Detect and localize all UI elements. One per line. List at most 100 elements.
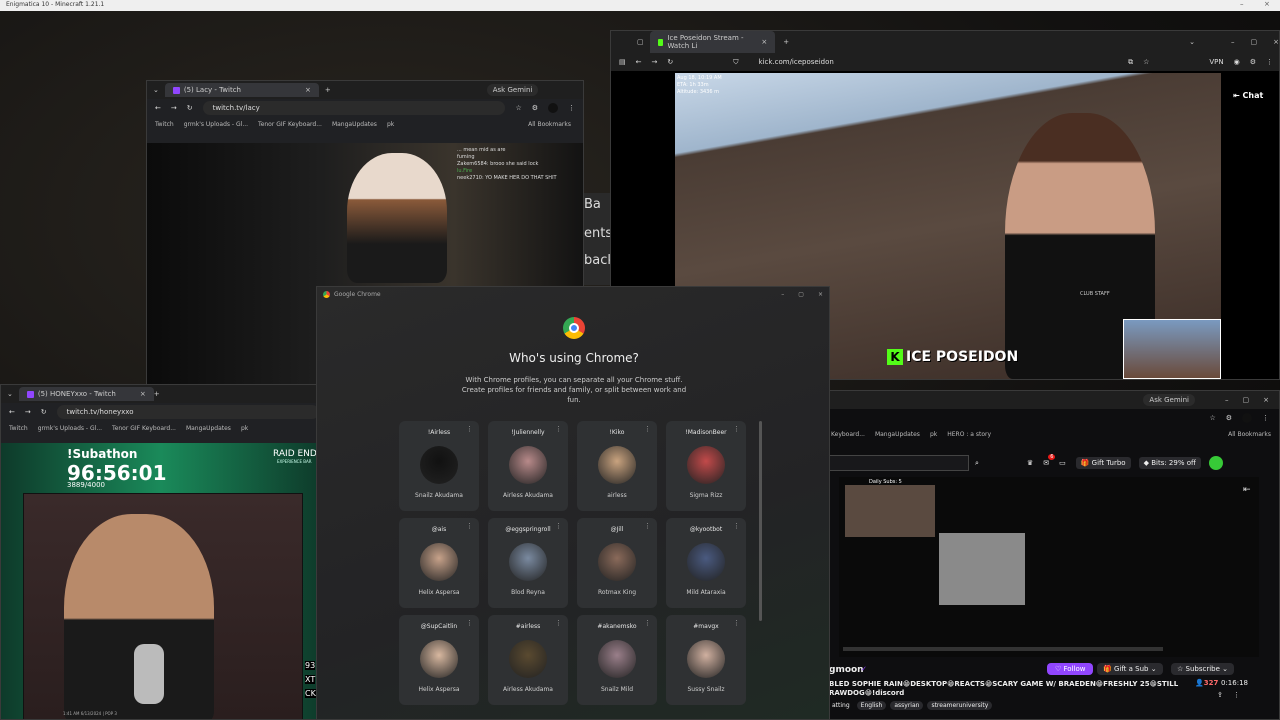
profile-avatar[interactable] (548, 103, 558, 113)
bookmark-star-icon[interactable]: ☆ (1209, 414, 1215, 422)
bookmark-pk[interactable]: pk (930, 431, 937, 438)
whispers-icon[interactable]: ▭ (1059, 459, 1066, 467)
minimize-icon[interactable]: – (1240, 0, 1244, 8)
sidebar-icon[interactable]: ▤ (619, 58, 626, 66)
forward-icon[interactable]: → (652, 58, 658, 66)
tag[interactable]: English (856, 701, 887, 710)
back-icon[interactable]: ← (155, 104, 161, 112)
profile-menu-icon[interactable]: ⋮ (644, 522, 651, 530)
tab-search-icon[interactable]: ⌄ (7, 390, 13, 398)
back-icon[interactable]: ← (636, 58, 642, 66)
screenshot-icon[interactable]: ⧉ (1128, 58, 1133, 67)
profile-menu-icon[interactable]: ⋮ (555, 425, 562, 433)
extensions-icon[interactable]: ⚙ (1250, 58, 1256, 66)
extensions-icon[interactable]: ⚙ (1226, 414, 1232, 422)
profile-menu-icon[interactable]: ⋮ (555, 522, 562, 530)
profile-card[interactable]: ⋮ #mavgx Sussy Snailz (666, 615, 746, 705)
user-avatar[interactable] (1208, 456, 1223, 470)
twitch-search-input[interactable] (829, 455, 969, 471)
profile-menu-icon[interactable]: ⋮ (466, 522, 473, 530)
vpn-badge[interactable]: VPN (1209, 58, 1223, 66)
bookmark-mangaupdates[interactable]: MangaUpdates (332, 121, 377, 128)
tab-search-icon[interactable]: ⌄ (153, 86, 159, 94)
profile-menu-icon[interactable]: ⋮ (644, 619, 651, 627)
chat-toggle-button[interactable]: ⇤ Chat (1233, 91, 1263, 100)
kick-url-field[interactable]: kick.com/iceposeidon (749, 55, 1119, 69)
bookmark-mangaupdates[interactable]: MangaUpdates (186, 425, 231, 432)
bookmark-twitch[interactable]: Twitch (9, 425, 28, 432)
lacy-url-field[interactable]: twitch.tv/lacy (202, 101, 506, 115)
close-icon[interactable]: × (1264, 0, 1270, 8)
profile-card[interactable]: ⋮ !Airless Snailz Akudama (399, 421, 479, 511)
minimize-icon[interactable]: – (1231, 38, 1235, 46)
tag[interactable]: assyrian (890, 701, 924, 710)
bookmark-star-icon[interactable]: ☆ (515, 104, 521, 112)
close-icon[interactable]: × (1273, 38, 1279, 46)
profile-card[interactable]: ⋮ #akanemsko Snailz Mild (577, 615, 657, 705)
new-tab-icon[interactable]: + (325, 86, 331, 94)
forward-icon[interactable]: → (171, 104, 177, 112)
tag[interactable]: atting (829, 701, 853, 710)
tab-close-icon[interactable]: × (305, 86, 311, 94)
profile-menu-icon[interactable]: ⋮ (466, 425, 473, 433)
minimize-icon[interactable]: – (1225, 396, 1229, 404)
gift-turbo-button[interactable]: 🎁 Gift Turbo (1075, 457, 1131, 469)
bookmark-tenor[interactable]: Tenor GIF Keyboard... (258, 121, 322, 128)
profile-menu-icon[interactable]: ⋮ (555, 619, 562, 627)
share-icon[interactable]: ⇪ (1217, 691, 1223, 699)
bookmark-grmk[interactable]: grmk's Uploads - Gl... (184, 121, 248, 128)
profile-card[interactable]: ⋮ @ais Helix Aspersa (399, 518, 479, 608)
menu-icon[interactable]: ⋮ (1266, 58, 1273, 66)
subscribe-button[interactable]: ☆ Subscribe ⌄ (1171, 663, 1235, 675)
profile-card[interactable]: ⋮ @kyootbot Mild Ataraxia (666, 518, 746, 608)
profile-menu-icon[interactable]: ⋮ (644, 425, 651, 433)
close-icon[interactable]: × (1263, 396, 1269, 404)
follow-button[interactable]: ♡ Follow (1047, 663, 1094, 675)
reload-icon[interactable]: ↻ (187, 104, 193, 112)
tab-search-icon[interactable]: ⌄ (1189, 38, 1195, 46)
profile-menu-icon[interactable]: ⋮ (466, 619, 473, 627)
bookmark-grmk[interactable]: grmk's Uploads - Gl... (38, 425, 102, 432)
gift-sub-button[interactable]: 🎁 Gift a Sub ⌄ (1097, 663, 1163, 675)
profile-card[interactable]: ⋮ !Juliennelly Airless Akudama (488, 421, 568, 511)
maximize-icon[interactable]: ▢ (1251, 38, 1258, 46)
tab-groups-icon[interactable]: ▢ (637, 38, 644, 46)
bookmark-hero[interactable]: HERO : a story (947, 431, 991, 438)
reload-icon[interactable]: ↻ (667, 58, 673, 66)
scrollbar[interactable] (759, 421, 762, 621)
bookmark-keyboard[interactable]: Keyboard... (831, 431, 865, 438)
honey-url-field[interactable]: twitch.tv/honeyxxo (56, 405, 319, 419)
bookmark-mangaupdates[interactable]: MangaUpdates (875, 431, 920, 438)
lacy-tab[interactable]: (5) Lacy - Twitch × (164, 83, 319, 97)
collapse-chat-icon[interactable]: ⇤ (1243, 485, 1251, 495)
back-icon[interactable]: ← (9, 408, 15, 416)
search-icon[interactable]: ⌕ (975, 459, 979, 468)
site-info-icon[interactable]: ⛉ (733, 58, 738, 67)
maximize-icon[interactable]: ▢ (1243, 396, 1250, 404)
profile-menu-icon[interactable]: ⋮ (733, 425, 740, 433)
crown-icon[interactable]: ♛ (1027, 459, 1033, 467)
tab-close-icon[interactable]: × (140, 390, 146, 398)
kick-tab[interactable]: Ice Poseidon Stream - Watch Li × (649, 31, 776, 53)
profile-menu-icon[interactable]: ⋮ (733, 522, 740, 530)
honey-stream-video[interactable]: !Subathon 96:56:01 3889/4000 RAID END EX… (1, 443, 319, 719)
extensions-icon[interactable]: ⚙ (532, 104, 538, 112)
all-bookmarks[interactable]: All Bookmarks (528, 121, 571, 128)
menu-icon[interactable]: ⋮ (1262, 414, 1269, 422)
more-icon[interactable]: ⋮ (1233, 691, 1240, 699)
tab-close-icon[interactable]: × (761, 38, 767, 46)
ask-gemini-button[interactable]: Ask Gemini (1143, 394, 1195, 406)
profile-card[interactable]: ⋮ @Jill Rotmax King (577, 518, 657, 608)
profile-card[interactable]: ⋮ !MadisonBeer Sigma Rizz (666, 421, 746, 511)
tag[interactable]: streameruniversity (927, 701, 993, 710)
profile-menu-icon[interactable]: ⋮ (733, 619, 740, 627)
new-tab-icon[interactable]: + (154, 390, 160, 398)
bits-button[interactable]: ◆ Bits: 29% off (1138, 457, 1201, 469)
profile-card[interactable]: ⋮ #airless Airless Akudama (488, 615, 568, 705)
profile-card[interactable]: ⋮ !Kiko airless (577, 421, 657, 511)
bookmark-pk[interactable]: pk (387, 121, 394, 128)
profile-avatar[interactable]: ◉ (1234, 58, 1240, 66)
profile-card[interactable]: ⋮ @SupCaitlin Helix Aspersa (399, 615, 479, 705)
menu-icon[interactable]: ⋮ (568, 104, 575, 112)
bookmark-pk[interactable]: pk (241, 425, 248, 432)
